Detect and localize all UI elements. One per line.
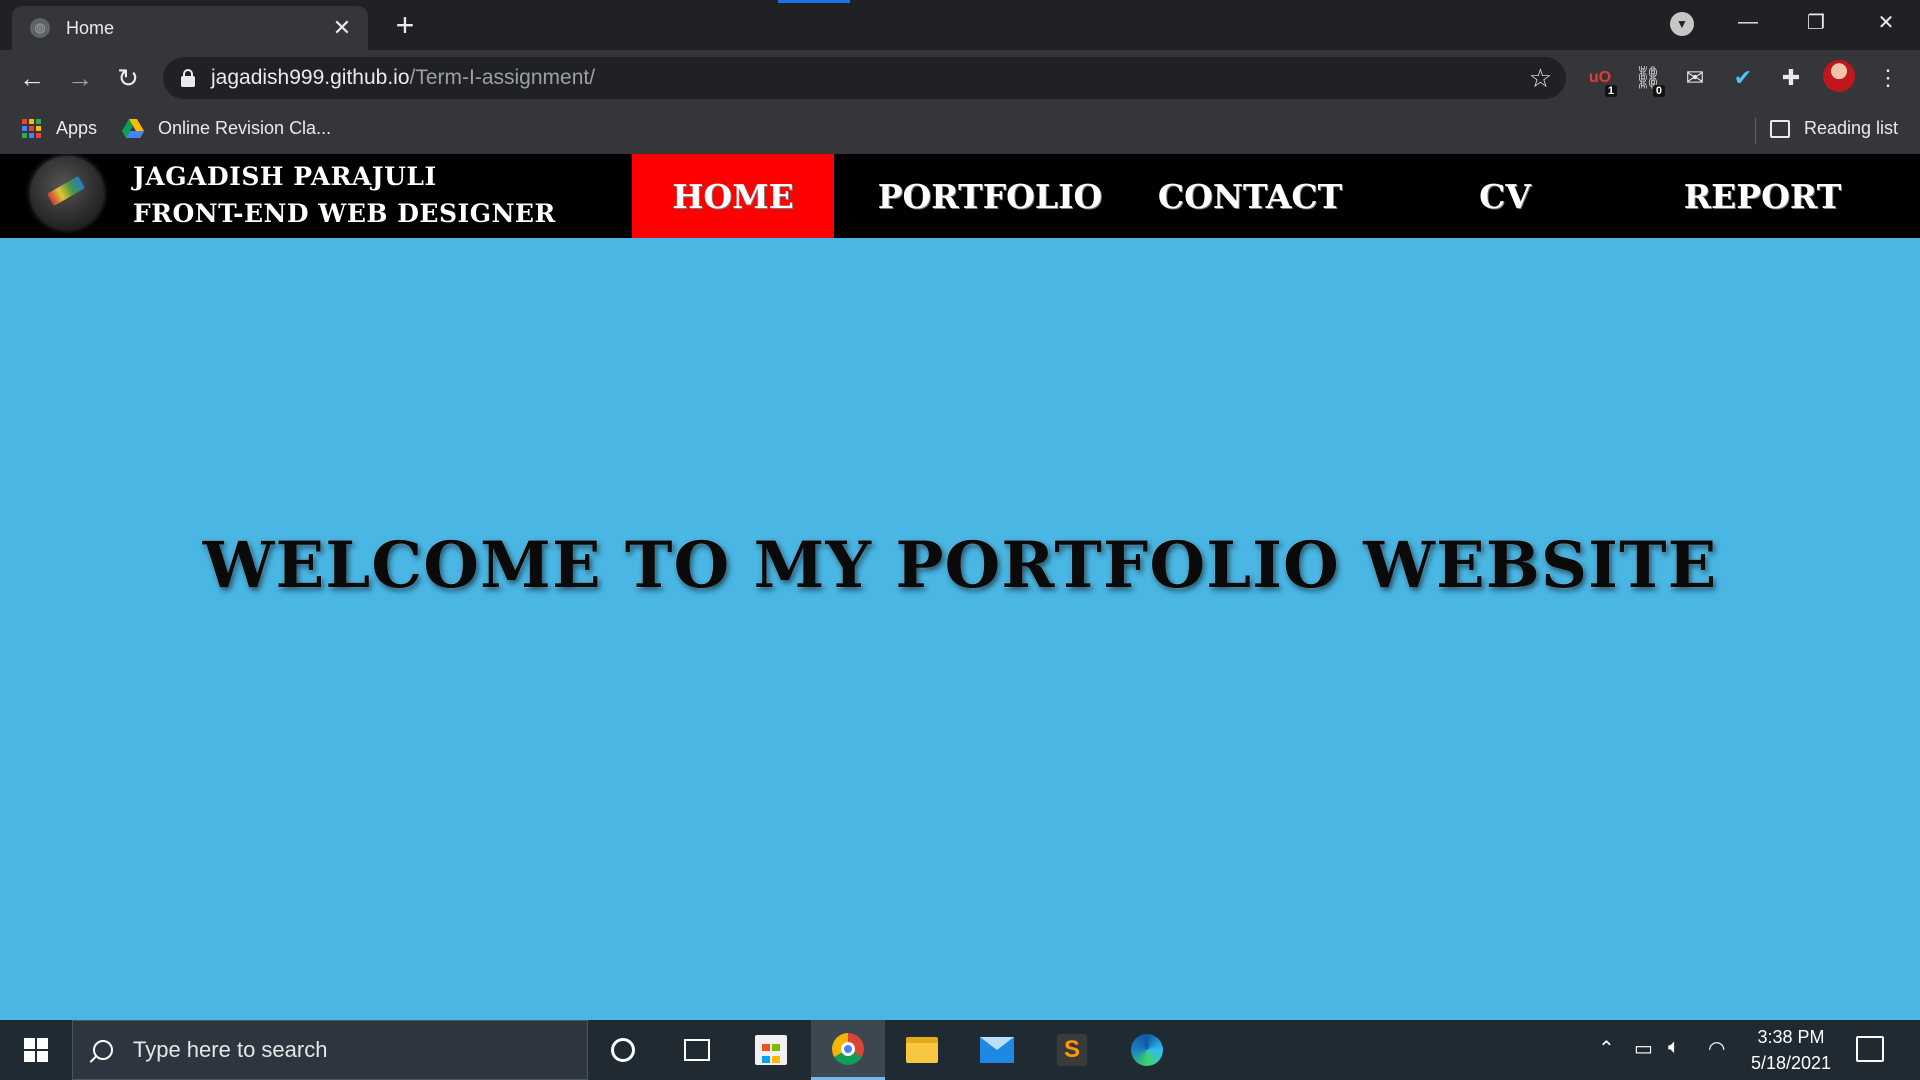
reading-list-label: Reading list	[1804, 118, 1899, 138]
bookmarks-divider	[1755, 118, 1756, 144]
profile-avatar[interactable]	[1823, 60, 1855, 92]
action-center-icon[interactable]	[1856, 1036, 1884, 1062]
system-clock[interactable]: 3:38 PM 5/18/2021	[1736, 1024, 1846, 1076]
mail-app[interactable]	[960, 1020, 1034, 1080]
cortana-icon	[611, 1038, 635, 1062]
chrome-icon	[832, 1032, 864, 1065]
show-hidden-icons-chevron-icon[interactable]: ⌃	[1598, 1036, 1615, 1061]
windows-taskbar: Type here to search S ⌃ ▭ 🔈︎ ◠ 3:38 PM 5…	[0, 1020, 1920, 1080]
address-bar[interactable]: jagadish999.github.io/Term-I-assignment/…	[163, 57, 1566, 99]
tab-search-icon[interactable]: ▼	[1670, 12, 1694, 36]
nav-home[interactable]: HOME	[632, 154, 834, 238]
bookmark-label: Online Revision Cla...	[158, 118, 332, 138]
search-icon	[93, 1040, 113, 1060]
task-view-button[interactable]	[660, 1020, 734, 1080]
reading-list-button[interactable]: Reading list	[1770, 118, 1898, 139]
ublock-icon[interactable]: uO 1	[1585, 63, 1617, 97]
browser-toolbar: ← → ↻ jagadish999.github.io/Term-I-assig…	[0, 50, 1920, 106]
new-tab-button[interactable]: +	[390, 8, 420, 42]
nav-report[interactable]: REPORT	[1650, 154, 1875, 238]
forward-button[interactable]: →	[62, 62, 98, 94]
check-extension-icon[interactable]: ✔	[1728, 63, 1758, 93]
chrome-app[interactable]	[811, 1020, 885, 1080]
nav-portfolio[interactable]: PORTFOLIO	[878, 154, 1103, 238]
apps-grid-icon	[22, 118, 42, 139]
close-tab-icon[interactable]: ✕	[330, 15, 354, 41]
bookmark-online-revision[interactable]: Online Revision Cla...	[122, 118, 331, 139]
tab-strip-indicator	[778, 0, 850, 3]
globe-icon: ◍	[30, 18, 50, 38]
bookmarks-bar: Apps Online Revision Cla... Reading list	[0, 106, 1920, 154]
brand-name: JAGADISH PARAJULI	[133, 162, 437, 191]
brand-tagline: FRONT-END WEB DESIGNER	[133, 199, 556, 228]
lock-icon[interactable]	[181, 69, 195, 87]
start-button[interactable]	[0, 1020, 72, 1080]
welcome-heading: WELCOME TO MY PORTFOLIO WEBSITE	[202, 528, 1718, 603]
wifi-icon[interactable]: ◠	[1708, 1036, 1725, 1061]
clock-time: 3:38 PM	[1757, 1027, 1825, 1047]
bookmark-label: Apps	[56, 118, 98, 138]
minimize-button[interactable]: —	[1714, 0, 1782, 44]
folder-icon	[906, 1037, 938, 1063]
close-window-button[interactable]: ✕	[1852, 0, 1920, 44]
reading-list-icon	[1770, 119, 1790, 138]
store-icon	[755, 1035, 787, 1065]
battery-icon[interactable]: ▭	[1634, 1036, 1653, 1061]
browser-tab-strip: ◍ Home ✕ + ▼ — ❐ ✕	[0, 0, 1920, 50]
edge-icon	[1131, 1034, 1163, 1066]
clock-date: 5/18/2021	[1750, 1053, 1832, 1073]
bookmark-star-icon[interactable]: ☆	[1529, 63, 1552, 94]
file-explorer-app[interactable]	[885, 1020, 959, 1080]
hero-section: WELCOME TO MY PORTFOLIO WEBSITE	[0, 238, 1920, 1020]
nav-cv[interactable]: CV	[1400, 154, 1610, 238]
windows-logo-icon	[24, 1038, 48, 1062]
restore-button[interactable]: ❐	[1782, 0, 1850, 44]
back-button[interactable]: ←	[14, 62, 50, 94]
site-logo[interactable]	[30, 156, 104, 230]
mail-icon	[980, 1037, 1014, 1063]
url-host: jagadish999.github.io	[211, 66, 410, 89]
search-placeholder: Type here to search	[133, 1037, 328, 1062]
nav-contact[interactable]: CONTACT	[1140, 154, 1360, 238]
more-menu-icon[interactable]: ⋮	[1873, 63, 1903, 93]
volume-icon[interactable]: 🔈︎	[1668, 1036, 1680, 1059]
cortana-button[interactable]	[586, 1020, 660, 1080]
browser-tab-home[interactable]: ◍ Home ✕	[12, 6, 368, 50]
bookmark-apps[interactable]: Apps	[22, 118, 97, 139]
link-extension-icon[interactable]: ⛓ 0	[1633, 63, 1665, 97]
puzzle-extensions-icon[interactable]: ✚	[1776, 63, 1806, 93]
sublime-text-app[interactable]: S	[1035, 1020, 1109, 1080]
store-app[interactable]	[734, 1020, 808, 1080]
google-drive-icon	[122, 118, 144, 138]
reload-button[interactable]: ↻	[110, 62, 146, 94]
site-header: JAGADISH PARAJULI FRONT-END WEB DESIGNER…	[0, 154, 1920, 238]
task-view-icon	[684, 1039, 710, 1061]
mail-extension-icon[interactable]: ✉	[1680, 63, 1710, 93]
brand: JAGADISH PARAJULI FRONT-END WEB DESIGNER	[133, 158, 556, 232]
sublime-icon: S	[1057, 1034, 1087, 1066]
tab-title: Home	[66, 17, 115, 38]
edge-app[interactable]	[1110, 1020, 1184, 1080]
taskbar-search-box[interactable]: Type here to search	[72, 1020, 588, 1080]
url-path: /Term-I-assignment/	[409, 66, 596, 89]
